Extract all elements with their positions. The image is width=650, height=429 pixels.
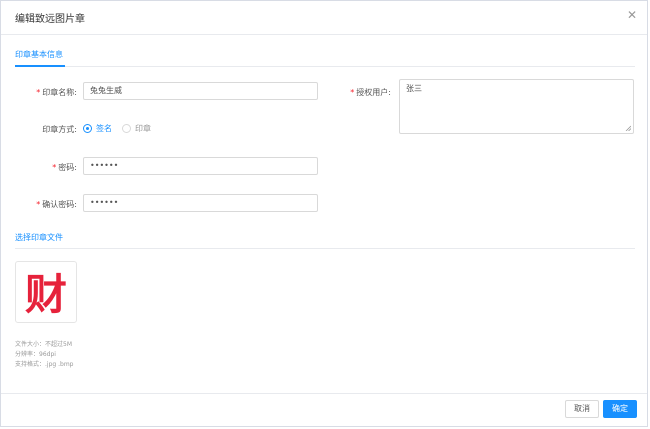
radio-seal[interactable]: 印章 — [122, 123, 151, 134]
required-mark: * — [36, 88, 41, 97]
cancel-button[interactable]: 取消 — [565, 400, 599, 418]
tab-basic-info-underline — [15, 65, 65, 67]
resize-handle-icon[interactable] — [625, 125, 631, 131]
close-icon[interactable]: ✕ — [627, 9, 637, 21]
confirm-password-label: * 确认密码: — [36, 200, 77, 209]
dialog-title: 编辑致远图片章 — [15, 14, 85, 25]
seal-image-preview[interactable]: 财 — [15, 261, 77, 323]
dialog-header: 编辑致远图片章 ✕ — [1, 1, 647, 35]
seal-method-label: 印章方式: — [42, 125, 77, 134]
hint-formats: 支持格式：.jpg .bmp — [15, 361, 74, 368]
seal-method-radio-group: 签名 印章 — [83, 123, 161, 134]
required-mark: * — [350, 88, 355, 97]
tab-basic-info[interactable]: 印章基本信息 — [15, 49, 63, 60]
radio-signature[interactable]: 签名 — [83, 123, 112, 134]
seal-character: 财 — [25, 270, 67, 319]
authorized-user-value: 张三 — [406, 84, 422, 93]
seal-name-input[interactable]: 兔兔生威 — [83, 82, 318, 100]
confirm-password-input[interactable]: •••••• — [83, 194, 318, 212]
radio-checked-icon — [83, 124, 92, 133]
tab-select-file[interactable]: 选择印章文件 — [15, 232, 63, 243]
password-input[interactable]: •••••• — [83, 157, 318, 175]
hint-resolution: 分辨率：96dpi — [15, 351, 56, 358]
dialog-footer: 取消 确定 — [1, 393, 647, 426]
section-divider — [15, 248, 635, 249]
section-divider — [15, 66, 635, 67]
password-label: * 密码: — [52, 163, 77, 172]
hint-file-size: 文件大小：不超过5M — [15, 341, 72, 348]
authorized-user-label: * 授权用户: — [350, 88, 391, 97]
edit-seal-dialog: 编辑致远图片章 ✕ 印章基本信息 * 印章名称: 兔兔生威 * 授权用户: 张三 印… — [0, 0, 648, 427]
required-mark: * — [36, 200, 41, 209]
seal-image: 财 — [25, 270, 67, 319]
confirm-button[interactable]: 确定 — [603, 400, 637, 418]
authorized-user-textarea[interactable]: 张三 — [399, 79, 634, 134]
required-mark: * — [52, 163, 57, 172]
radio-unchecked-icon — [122, 124, 131, 133]
seal-name-label: * 印章名称: — [36, 88, 77, 97]
